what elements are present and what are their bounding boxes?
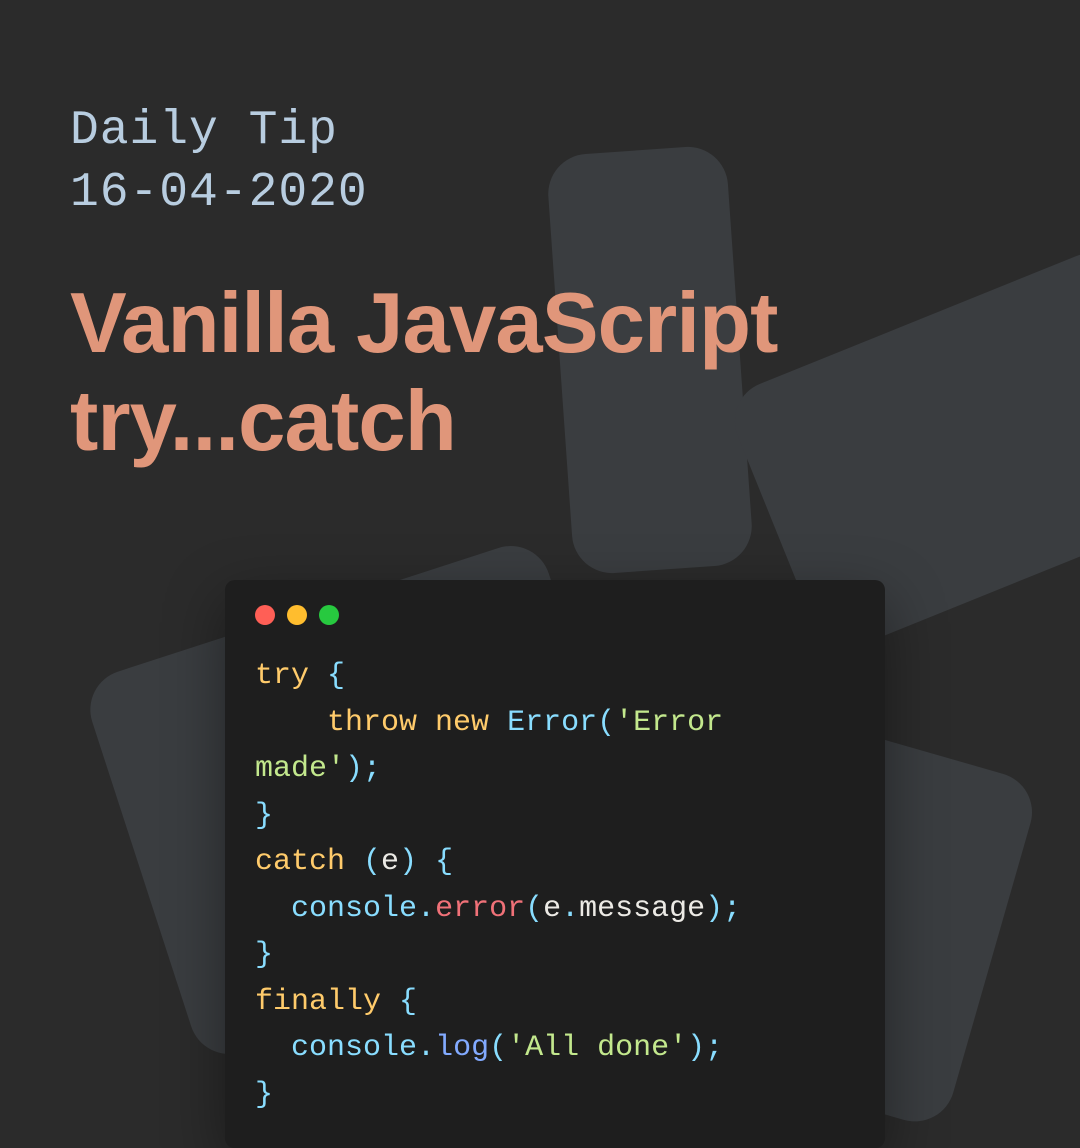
fn-error: error [435,892,525,926]
indent [255,706,327,740]
string-done: All done [525,1031,669,1065]
string-made: made [255,752,327,786]
kw-throw: throw [327,706,435,740]
brace: { [327,659,345,693]
kw-new: new [435,706,507,740]
paren: ) [345,752,363,786]
paren: ( [489,1031,507,1065]
paren: ( [525,892,543,926]
param-e: e [381,845,399,879]
kw-catch: catch [255,845,363,879]
dot: . [417,892,435,926]
dot: . [417,1031,435,1065]
fn-log: log [435,1031,489,1065]
window-dots [255,605,855,625]
subtitle-line1: Daily Tip [70,100,778,162]
paren: ( [597,706,615,740]
title: Vanilla JavaScript try...catch [70,275,778,471]
indent [255,892,291,926]
console: console [291,892,417,926]
subtitle: Daily Tip 16-04-2020 [70,100,778,225]
string-error: Error [633,706,741,740]
dot: . [561,892,579,926]
semi: ; [723,892,741,926]
code-block: try { throw new Error('Error made'); } c… [255,653,855,1118]
subtitle-line2: 16-04-2020 [70,162,778,224]
paren: ) [399,845,435,879]
paren: ) [705,892,723,926]
paren: ) [687,1031,705,1065]
title-line2: try...catch [70,373,778,471]
semi: ; [705,1031,723,1065]
paren: ( [363,845,381,879]
class-error: Error [507,706,597,740]
kw-finally: finally [255,985,399,1019]
maximize-dot-icon [319,605,339,625]
var-e: e [543,892,561,926]
quote: ' [507,1031,525,1065]
brace: { [435,845,453,879]
title-line1: Vanilla JavaScript [70,275,778,373]
indent [255,1031,291,1065]
code-window: try { throw new Error('Error made'); } c… [225,580,885,1148]
minimize-dot-icon [287,605,307,625]
quote: ' [615,706,633,740]
prop-message: message [579,892,705,926]
kw-try: try [255,659,327,693]
brace: } [255,799,273,833]
quote: ' [327,752,345,786]
semi: ; [363,752,381,786]
close-dot-icon [255,605,275,625]
brace: { [399,985,417,1019]
brace: } [255,1078,273,1112]
console: console [291,1031,417,1065]
brace: } [255,938,273,972]
quote: ' [669,1031,687,1065]
header: Daily Tip 16-04-2020 Vanilla JavaScript … [70,100,778,470]
